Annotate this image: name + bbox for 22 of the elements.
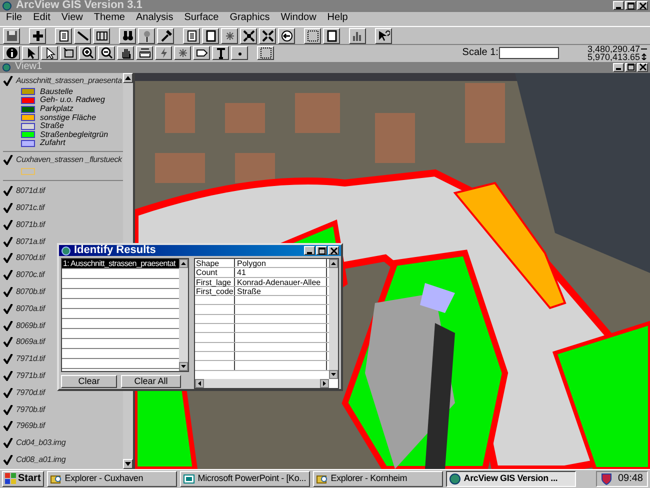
table-cell: Count (195, 268, 235, 277)
table-cell: Polygon (235, 259, 327, 268)
legend-label: Straße (40, 122, 64, 130)
table-cell: Straße (235, 286, 327, 296)
clock: 09:48 (618, 472, 643, 486)
legend-label: Baustelle (40, 88, 73, 96)
table-cell: Shape (195, 259, 235, 268)
dialog-title: Identify Results (74, 245, 156, 256)
legend-label: Parkplatz (40, 105, 74, 114)
coordinate-readout: 5,970,413.65 (587, 52, 640, 61)
table-cell: First_code (195, 286, 235, 296)
legend-label: Geh- u.o. Radweg (40, 96, 105, 104)
legend-label: Straßenbegleitgrün (40, 130, 108, 139)
table-cell: Konrad-Adenauer-Allee (235, 278, 327, 286)
legend-label: sonstige Fläche (40, 114, 96, 122)
table-cell: First_lage (195, 278, 235, 286)
scale-label: Scale 1: (462, 46, 498, 60)
coordinate-readout: 3,480,290.47 (587, 44, 640, 53)
view-title: View1 (15, 62, 42, 72)
table-cell: 41 (235, 268, 327, 277)
window-title: ArcView GIS Version 3.1 (16, 0, 142, 12)
legend-label: Zufahrt (40, 139, 66, 148)
